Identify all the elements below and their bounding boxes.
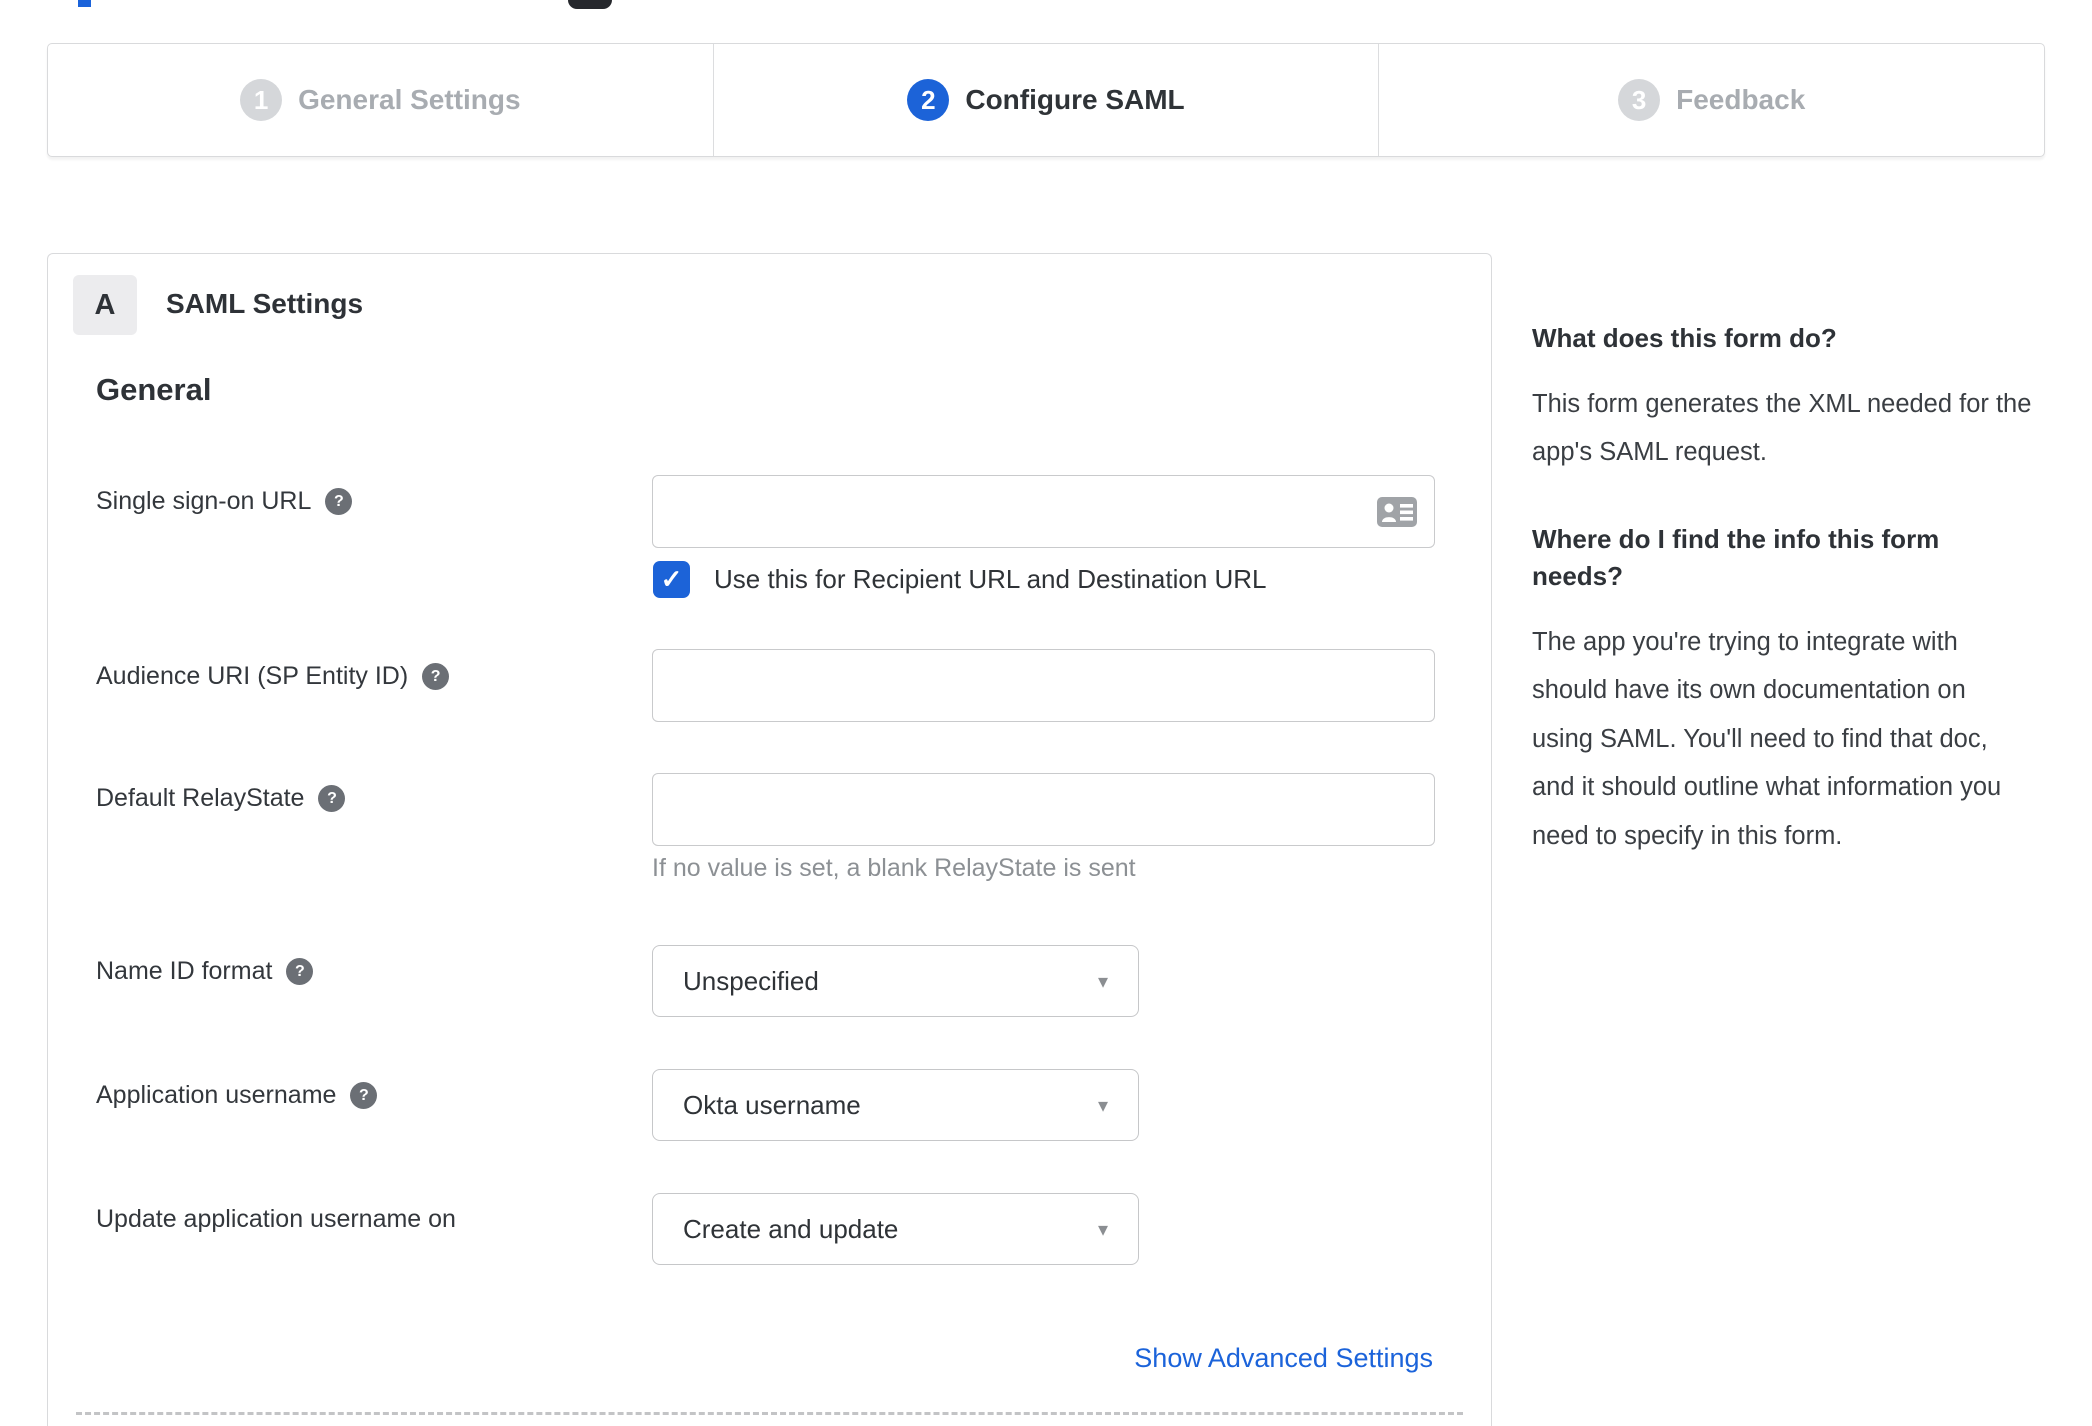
recipient-url-checkbox-label: Use this for Recipient URL and Destinati…	[714, 564, 1267, 594]
help-answer-1: This form generates the XML needed for t…	[1532, 389, 2032, 467]
app-username-help-icon[interactable]: ?	[350, 1082, 378, 1109]
name-id-format-label: Name ID format ?	[96, 957, 314, 986]
sso-url-input[interactable]	[653, 476, 1434, 547]
relaystate-help-icon[interactable]: ?	[318, 785, 346, 812]
name-id-format-select[interactable]: Unspecified ▾	[652, 945, 1139, 1017]
update-username-label: Update application username on	[96, 1205, 456, 1234]
sso-url-help-icon[interactable]: ?	[325, 488, 353, 515]
recipient-url-checkbox[interactable]: ✓	[653, 561, 690, 598]
help-sidebar: What does this form do? This form genera…	[1532, 320, 2032, 904]
name-id-format-label-text: Name ID format	[96, 957, 273, 985]
step-3-label: Feedback	[1676, 84, 1806, 115]
step-1-circle: 1	[240, 79, 283, 121]
help-answer-2: The app you're trying to integrate with …	[1532, 627, 2002, 850]
relaystate-input[interactable]	[653, 774, 1434, 845]
cutoff-logo-fragment	[568, 0, 612, 9]
name-id-format-help-icon[interactable]: ?	[286, 958, 314, 985]
audience-uri-label: Audience URI (SP Entity ID) ?	[96, 662, 450, 691]
section-a-badge: A	[73, 275, 137, 335]
step-feedback[interactable]: 3 Feedback	[1378, 44, 2044, 156]
show-advanced-settings-link[interactable]: Show Advanced Settings	[1134, 1343, 1433, 1374]
step-3-circle: 3	[1618, 79, 1661, 121]
chevron-down-icon: ▾	[1097, 1094, 1108, 1117]
cutoff-blue-fragment	[78, 0, 91, 7]
general-group-title: General	[96, 372, 212, 407]
update-username-select[interactable]: Create and update ▾	[652, 1193, 1139, 1265]
app-username-label-text: Application username	[96, 1081, 337, 1109]
help-question-1: What does this form do?	[1532, 323, 1837, 353]
relaystate-input-wrap	[652, 773, 1435, 846]
sso-url-label-text: Single sign-on URL	[96, 487, 312, 515]
configure-saml-page: 1 General Settings 2 Configure SAML 3 Fe…	[0, 0, 2092, 1426]
step-configure-saml[interactable]: 2 Configure SAML	[712, 44, 1379, 156]
update-username-label-text: Update application username on	[96, 1205, 456, 1233]
step-1-label: General Settings	[298, 84, 521, 115]
contact-card-icon[interactable]	[1376, 496, 1418, 528]
audience-uri-help-icon[interactable]: ?	[422, 663, 450, 690]
app-username-value: Okta username	[683, 1089, 861, 1120]
saml-settings-panel: A SAML Settings General Single sign-on U…	[47, 253, 1492, 1426]
audience-uri-label-text: Audience URI (SP Entity ID)	[96, 662, 409, 690]
audience-uri-input-wrap	[652, 649, 1435, 722]
section-title: SAML Settings	[166, 288, 364, 319]
app-username-select[interactable]: Okta username ▾	[652, 1069, 1139, 1141]
step-general-settings[interactable]: 1 General Settings	[48, 44, 713, 156]
relaystate-label: Default RelayState ?	[96, 784, 346, 813]
sso-url-input-wrap	[652, 475, 1435, 548]
relaystate-hint: If no value is set, a blank RelayState i…	[652, 854, 1136, 882]
wizard-stepper: 1 General Settings 2 Configure SAML 3 Fe…	[47, 43, 2045, 157]
help-question-2: Where do I find the info this form needs…	[1532, 523, 1940, 592]
chevron-down-icon: ▾	[1097, 970, 1108, 993]
recipient-url-checkbox-row: ✓ Use this for Recipient URL and Destina…	[653, 561, 1267, 598]
app-username-label: Application username ?	[96, 1081, 378, 1110]
relaystate-label-text: Default RelayState	[96, 784, 305, 812]
step-2-label: Configure SAML	[965, 84, 1185, 115]
name-id-format-value: Unspecified	[683, 965, 819, 996]
sso-url-label: Single sign-on URL ?	[96, 487, 353, 516]
update-username-value: Create and update	[683, 1213, 899, 1244]
audience-uri-input[interactable]	[653, 650, 1434, 721]
panel-bottom-dashed-divider	[76, 1412, 1463, 1415]
step-2-circle: 2	[907, 79, 950, 121]
chevron-down-icon: ▾	[1097, 1218, 1108, 1241]
